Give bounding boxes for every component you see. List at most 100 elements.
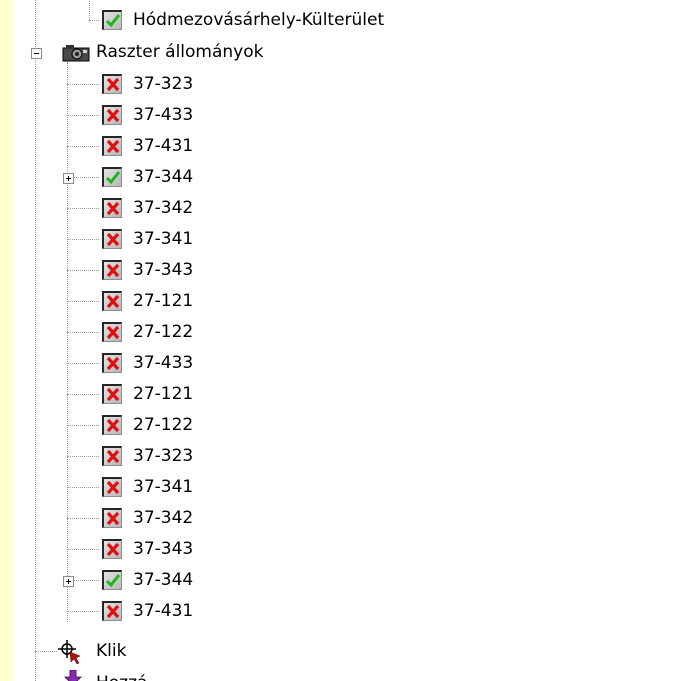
raster-item-label: 37-433 xyxy=(133,105,194,125)
tree-item-top[interactable]: Hódmezovásárhely-Külterület xyxy=(13,5,692,36)
red-cross-icon xyxy=(106,542,120,557)
raster-item-label: 37-323 xyxy=(133,74,194,94)
red-cross-icon xyxy=(106,604,120,619)
red-cross-icon xyxy=(106,201,120,216)
layer-checkbox[interactable] xyxy=(102,229,122,249)
raster-item[interactable]: 37-433 xyxy=(13,100,692,131)
raster-item-label: 37-342 xyxy=(133,198,194,218)
tree-connector xyxy=(67,115,99,116)
layer-checkbox[interactable] xyxy=(102,353,122,373)
tree-group-raster[interactable]: Raszter állományok xyxy=(13,37,692,68)
raster-item[interactable]: 37-431 xyxy=(13,131,692,162)
raster-item[interactable]: 37-341 xyxy=(13,472,692,503)
red-cross-icon xyxy=(106,108,120,123)
red-cross-icon xyxy=(106,387,120,402)
raster-item[interactable]: 37-343 xyxy=(13,534,692,565)
layer-checkbox[interactable] xyxy=(102,260,122,280)
tree-connector xyxy=(67,425,99,426)
tree-item-label: Klik xyxy=(96,641,127,661)
raster-item-label: 37-343 xyxy=(133,260,194,280)
layer-checkbox[interactable] xyxy=(102,601,122,621)
tree-connector xyxy=(67,487,99,488)
raster-item[interactable]: 37-341 xyxy=(13,224,692,255)
raster-item-label: 27-121 xyxy=(133,291,194,311)
red-cross-icon xyxy=(106,325,120,340)
tree-connector xyxy=(67,301,99,302)
raster-item[interactable]: 27-122 xyxy=(13,317,692,348)
tree-connector xyxy=(67,518,99,519)
raster-item[interactable]: 37-342 xyxy=(13,193,692,224)
raster-item-label: 37-323 xyxy=(133,446,194,466)
red-cross-icon xyxy=(106,418,120,433)
raster-item-label: 37-341 xyxy=(133,477,194,497)
tree-connector xyxy=(67,239,99,240)
red-cross-icon xyxy=(106,356,120,371)
raster-item[interactable]: 37-433 xyxy=(13,348,692,379)
raster-item-label: 37-343 xyxy=(133,539,194,559)
layer-checkbox[interactable] xyxy=(102,198,122,218)
green-check-icon xyxy=(105,574,121,588)
raster-item[interactable]: 27-121 xyxy=(13,379,692,410)
raster-item-label: 27-122 xyxy=(133,415,194,435)
tree-connector xyxy=(67,332,99,333)
red-cross-icon xyxy=(106,480,120,495)
layer-checkbox[interactable] xyxy=(102,384,122,404)
raster-item[interactable]: 37-343 xyxy=(13,255,692,286)
red-cross-icon xyxy=(106,139,120,154)
tree-connector xyxy=(67,549,99,550)
green-check-icon xyxy=(105,171,121,185)
raster-item[interactable]: 37-344 xyxy=(13,565,692,596)
raster-item-label: 37-433 xyxy=(133,353,194,373)
red-cross-icon xyxy=(106,294,120,309)
raster-item[interactable]: 37-431 xyxy=(13,596,692,627)
expand-toggle[interactable] xyxy=(63,576,74,587)
layer-checkbox[interactable] xyxy=(102,322,122,342)
camera-icon xyxy=(62,42,90,67)
expand-toggle[interactable] xyxy=(63,173,74,184)
raster-item-label: 37-344 xyxy=(133,570,194,590)
green-check-icon xyxy=(105,14,121,28)
layer-checkbox[interactable] xyxy=(102,477,122,497)
layer-checkbox[interactable] xyxy=(102,446,122,466)
layer-checkbox[interactable] xyxy=(102,291,122,311)
red-cross-icon xyxy=(106,232,120,247)
layer-checkbox[interactable] xyxy=(102,74,122,94)
raster-item-label: 37-431 xyxy=(133,601,194,621)
tree-connector xyxy=(67,84,99,85)
raster-item[interactable]: 37-323 xyxy=(13,441,692,472)
raster-item-label: 27-121 xyxy=(133,384,194,404)
collapse-toggle[interactable] xyxy=(31,48,42,59)
tree-connector xyxy=(67,363,99,364)
raster-item[interactable]: 27-122 xyxy=(13,410,692,441)
raster-item[interactable]: 37-323 xyxy=(13,69,692,100)
layer-checkbox[interactable] xyxy=(102,539,122,559)
purple-arrow-icon xyxy=(63,669,83,681)
tree-item-partial[interactable]: Hozzá xyxy=(13,667,692,681)
tree-connector xyxy=(67,208,99,209)
tree-connector xyxy=(67,611,99,612)
layer-checkbox[interactable] xyxy=(102,570,122,590)
tree-item-klik[interactable]: Klik xyxy=(13,636,692,667)
layer-checkbox[interactable] xyxy=(102,10,122,30)
red-cross-icon xyxy=(106,263,120,278)
tree-connector xyxy=(67,270,99,271)
raster-item[interactable]: 37-344 xyxy=(13,162,692,193)
layer-checkbox[interactable] xyxy=(102,167,122,187)
raster-item-label: 37-342 xyxy=(133,508,194,528)
raster-item-label: 27-122 xyxy=(133,322,194,342)
tree-group-label: Raszter állományok xyxy=(96,42,264,62)
red-cross-icon xyxy=(106,511,120,526)
layer-checkbox[interactable] xyxy=(102,105,122,125)
tree-connector xyxy=(67,456,99,457)
crosshair-pointer-icon xyxy=(58,640,82,669)
red-cross-icon xyxy=(106,77,120,92)
layer-checkbox[interactable] xyxy=(102,136,122,156)
raster-item-label: 37-344 xyxy=(133,167,194,187)
raster-item[interactable]: 27-121 xyxy=(13,286,692,317)
layer-tree: Hódmezovásárhely-Külterület Raszter állo… xyxy=(13,0,692,681)
layer-checkbox[interactable] xyxy=(102,415,122,435)
raster-item[interactable]: 37-342 xyxy=(13,503,692,534)
layer-checkbox[interactable] xyxy=(102,508,122,528)
tree-connector xyxy=(67,394,99,395)
tree-connector xyxy=(67,146,99,147)
